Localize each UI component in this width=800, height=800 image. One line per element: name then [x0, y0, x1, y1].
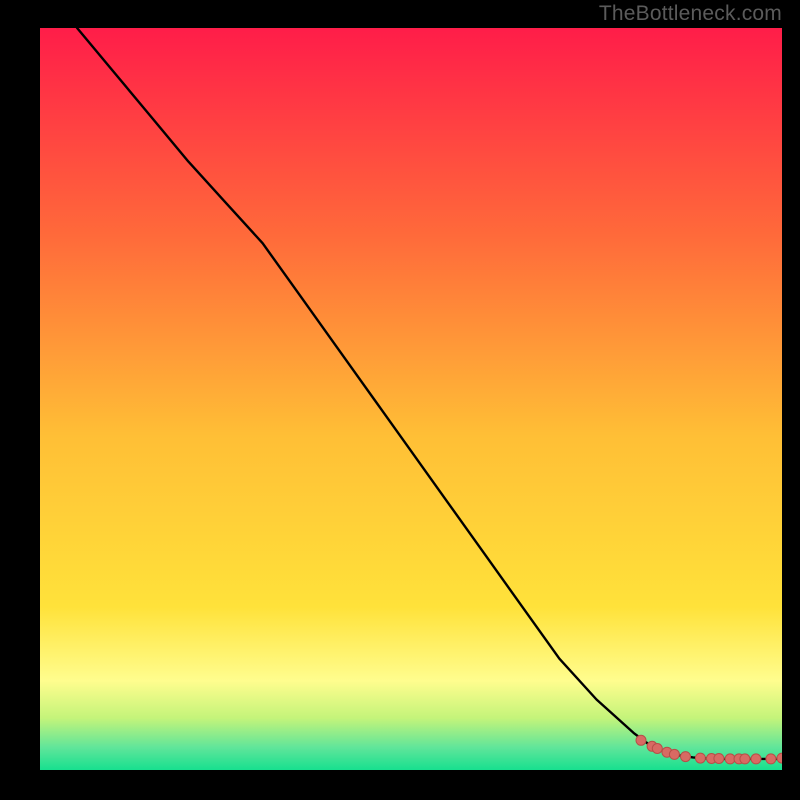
- plot-svg: [40, 28, 782, 770]
- data-dot: [669, 749, 679, 759]
- data-dot: [766, 754, 776, 764]
- data-dot: [652, 744, 662, 754]
- figure-frame: TheBottleneck.com: [0, 0, 800, 800]
- attribution-label: TheBottleneck.com: [599, 2, 782, 26]
- data-dot: [636, 735, 646, 745]
- data-dot: [740, 754, 750, 764]
- gradient-background: [40, 28, 782, 770]
- data-dot: [751, 754, 761, 764]
- data-dot: [714, 754, 724, 764]
- data-dot: [681, 752, 691, 762]
- data-dot: [695, 753, 705, 763]
- plot-area: [40, 28, 782, 770]
